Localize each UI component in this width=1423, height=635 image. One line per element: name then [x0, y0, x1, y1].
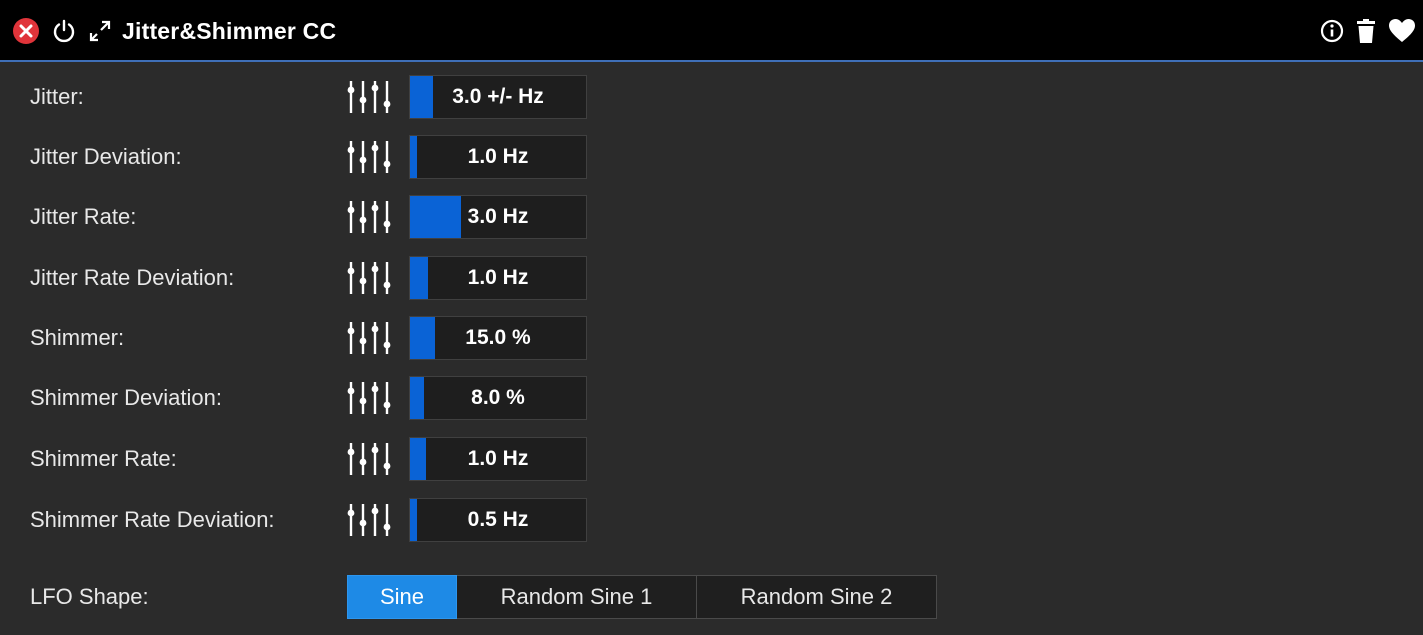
lfo-shape-selector: Sine Random Sine 1 Random Sine 2: [347, 575, 937, 619]
value-field[interactable]: 3.0 +/- Hz: [409, 75, 587, 119]
value-text: 15.0 %: [465, 326, 531, 349]
value-field[interactable]: 15.0 %: [409, 316, 587, 360]
param-row-jitter-rate-deviation: Jitter Rate Deviation: 1.0 Hz: [0, 254, 620, 302]
value-text: 0.5 Hz: [467, 508, 529, 531]
param-row-shimmer: Shimmer: 15.0 %: [0, 314, 620, 362]
param-label: Jitter Deviation:: [30, 144, 182, 169]
expand-icon[interactable]: [86, 17, 114, 45]
param-label: Jitter Rate Deviation:: [30, 265, 235, 290]
param-row-jitter-rate: Jitter Rate: 3.0 Hz: [0, 193, 620, 241]
param-label: Shimmer Rate Deviation:: [30, 507, 275, 532]
param-row-shimmer-rate-deviation: Shimmer Rate Deviation: 0.5 Hz: [0, 496, 620, 544]
lfo-option-sine[interactable]: Sine: [347, 575, 457, 619]
value-field[interactable]: 8.0 %: [409, 376, 587, 420]
lfo-shape-label: LFO Shape:: [30, 584, 149, 609]
power-icon[interactable]: [50, 17, 78, 45]
title-bar: Jitter&Shimmer CC: [0, 0, 1423, 62]
trash-icon[interactable]: [1353, 17, 1379, 45]
sliders-icon[interactable]: [347, 200, 395, 234]
param-row-shimmer-rate: Shimmer Rate: 1.0 Hz: [0, 435, 620, 483]
sliders-icon[interactable]: [347, 381, 395, 415]
value-text: 3.0 Hz: [467, 205, 529, 228]
param-row-shimmer-deviation: Shimmer Deviation: 8.0 %: [0, 374, 620, 422]
sliders-icon[interactable]: [347, 80, 395, 114]
value-field[interactable]: 3.0 Hz: [409, 195, 587, 239]
value-text: 3.0 +/- Hz: [452, 85, 544, 108]
info-icon[interactable]: [1319, 18, 1345, 44]
title-bar-left: Jitter&Shimmer CC: [12, 16, 336, 46]
param-label: Shimmer Rate:: [30, 446, 177, 471]
window-title: Jitter&Shimmer CC: [122, 17, 337, 44]
param-label: Shimmer Deviation:: [30, 385, 222, 410]
param-label: Jitter Rate:: [30, 204, 137, 229]
value-text: 1.0 Hz: [467, 447, 529, 470]
heart-icon[interactable]: [1387, 17, 1417, 45]
sliders-icon[interactable]: [347, 261, 395, 295]
sliders-icon[interactable]: [347, 321, 395, 355]
value-text: 1.0 Hz: [467, 266, 529, 289]
value-text: 8.0 %: [471, 386, 525, 409]
value-text: 1.0 Hz: [467, 145, 529, 168]
sliders-icon[interactable]: [347, 503, 395, 537]
param-label: Jitter:: [30, 84, 84, 109]
lfo-option-random-sine-2[interactable]: Random Sine 2: [697, 575, 937, 619]
sliders-icon[interactable]: [347, 442, 395, 476]
value-field[interactable]: 1.0 Hz: [409, 437, 587, 481]
value-field[interactable]: 1.0 Hz: [409, 256, 587, 300]
value-field[interactable]: 0.5 Hz: [409, 498, 587, 542]
lfo-option-random-sine-1[interactable]: Random Sine 1: [457, 575, 697, 619]
param-label: Shimmer:: [30, 325, 125, 350]
value-field[interactable]: 1.0 Hz: [409, 135, 587, 179]
param-row-jitter: Jitter: 3.0 +/- Hz: [0, 73, 620, 121]
sliders-icon[interactable]: [347, 140, 395, 174]
close-icon[interactable]: [12, 17, 40, 45]
param-row-jitter-deviation: Jitter Deviation: 1.0 Hz: [0, 133, 620, 181]
title-bar-right: [1319, 16, 1417, 46]
